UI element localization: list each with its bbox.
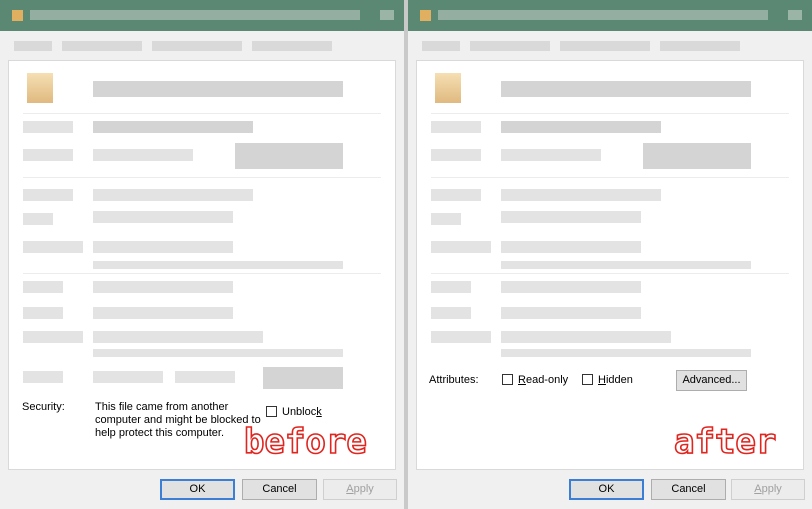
blurred-value: [93, 121, 253, 133]
blurred-label: [431, 331, 491, 343]
blurred-advanced-button[interactable]: [263, 367, 343, 389]
blurred-label: [431, 149, 481, 161]
security-message: This file came from another computer and…: [95, 401, 261, 439]
blurred-checkbox[interactable]: [93, 371, 163, 383]
blurred-label: [23, 149, 73, 161]
blurred-value: [93, 307, 233, 319]
cancel-button[interactable]: Cancel: [242, 479, 317, 500]
readonly-label[interactable]: Read-only: [518, 374, 568, 386]
blurred-label: [431, 213, 461, 225]
unblock-label[interactable]: Unblock: [282, 406, 322, 418]
close-icon[interactable]: [380, 10, 394, 20]
hidden-label[interactable]: Hidden: [598, 374, 633, 386]
blurred-label: [23, 331, 83, 343]
ok-button[interactable]: OK: [160, 479, 235, 500]
tab-blurred[interactable]: [470, 41, 550, 51]
blurred-value: [93, 349, 343, 357]
blurred-value: [501, 349, 751, 357]
blurred-value: [93, 241, 233, 253]
file-icon: [435, 73, 461, 103]
blurred-label: [23, 213, 53, 225]
blurred-value: [501, 149, 601, 161]
tab-blurred[interactable]: [560, 41, 650, 51]
hidden-checkbox[interactable]: [582, 374, 593, 385]
app-icon: [420, 10, 431, 21]
tab-strip: [0, 31, 404, 61]
attributes-label: Attributes:: [429, 374, 479, 386]
blurred-value: [93, 281, 233, 293]
readonly-checkbox[interactable]: [502, 374, 513, 385]
blurred-value: [501, 189, 661, 201]
tab-blurred[interactable]: [252, 41, 332, 51]
security-label: Security:: [22, 401, 65, 413]
blurred-value: [93, 189, 253, 201]
tab-general[interactable]: [422, 41, 460, 51]
title-bar: [0, 0, 404, 31]
blurred-value: [93, 149, 193, 161]
blurred-filename: [501, 81, 751, 97]
after-annotation: after: [673, 421, 777, 463]
blurred-label: [23, 281, 63, 293]
tab-blurred[interactable]: [152, 41, 242, 51]
blurred-label: [23, 307, 63, 319]
tab-blurred[interactable]: [660, 41, 740, 51]
blurred-value: [93, 331, 263, 343]
general-tab-content: [416, 60, 804, 470]
file-icon: [27, 73, 53, 103]
blurred-value: [93, 211, 233, 223]
blurred-value: [501, 307, 641, 319]
blurred-label: [431, 281, 471, 293]
apply-button[interactable]: Apply: [731, 479, 805, 500]
tab-general[interactable]: [14, 41, 52, 51]
blurred-value: [93, 261, 343, 269]
blurred-title: [30, 10, 360, 20]
blurred-value: [501, 281, 641, 293]
ok-button[interactable]: OK: [569, 479, 644, 500]
app-icon: [12, 10, 23, 21]
before-annotation: before: [243, 421, 367, 463]
tab-blurred[interactable]: [62, 41, 142, 51]
blurred-label: [23, 189, 73, 201]
unblock-checkbox[interactable]: [266, 406, 277, 417]
blurred-value: [501, 241, 641, 253]
blurred-label: [431, 189, 481, 201]
apply-button[interactable]: Apply: [323, 479, 397, 500]
blurred-value: [501, 121, 661, 133]
blurred-label: [431, 121, 481, 133]
blurred-value: [501, 211, 641, 223]
title-bar: [408, 0, 812, 31]
blurred-title: [438, 10, 768, 20]
blurred-value: [501, 331, 671, 343]
tab-strip: [408, 31, 812, 61]
blurred-change-button[interactable]: [643, 143, 751, 169]
blurred-change-button[interactable]: [235, 143, 343, 169]
cancel-button[interactable]: Cancel: [651, 479, 726, 500]
blurred-label: [431, 241, 491, 253]
blurred-label: [431, 307, 471, 319]
blurred-label: [23, 121, 73, 133]
blurred-label: [23, 241, 83, 253]
properties-dialog-before: Security: This file came from another co…: [0, 0, 404, 509]
blurred-value: [501, 261, 751, 269]
blurred-checkbox[interactable]: [175, 371, 235, 383]
blurred-filename: [93, 81, 343, 97]
advanced-button[interactable]: Advanced...: [676, 370, 747, 391]
close-icon[interactable]: [788, 10, 802, 20]
blurred-label: [23, 371, 63, 383]
properties-dialog-after: Attributes: Read-only Hidden Advanced...…: [408, 0, 812, 509]
